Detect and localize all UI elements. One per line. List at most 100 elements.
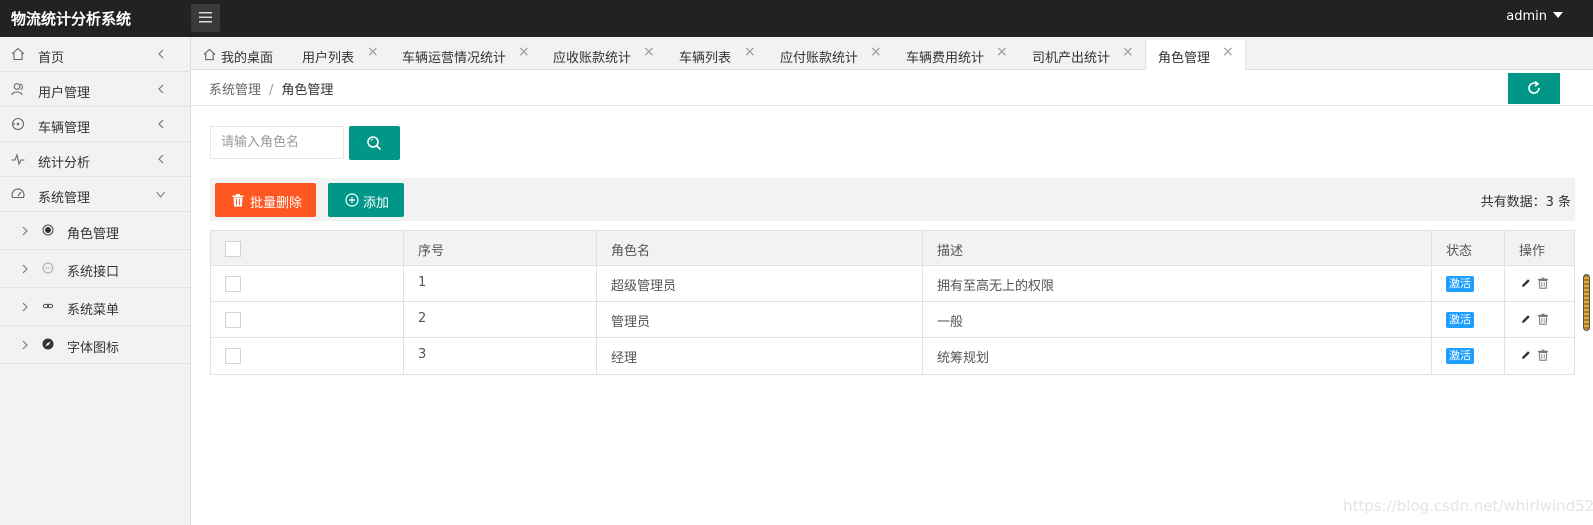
add-label: 添加 (363, 196, 390, 211)
link-icon (42, 303, 54, 309)
header-cell-desc: 描述 (923, 231, 1432, 265)
trash-icon[interactable] (1537, 277, 1549, 289)
caret-down-icon (1553, 12, 1563, 18)
sidebar-item-statistics[interactable]: 统计分析 (0, 142, 190, 177)
watermark: https://blog.csdn.net/whirlwind526 (1343, 497, 1593, 515)
home-icon (203, 48, 216, 61)
table-row: 1 超级管理员 拥有至高无上的权限 激活 (211, 266, 1574, 302)
tab-payables-stats[interactable]: 应付账款统计 × (780, 40, 885, 70)
status-badge: 激活 (1446, 348, 1474, 364)
table-row: 2 管理员 一般 激活 (211, 302, 1574, 338)
status-badge: 激活 (1446, 276, 1474, 292)
sidebar-subitem-label: 角色管理 (67, 227, 120, 242)
close-icon[interactable]: × (518, 45, 530, 59)
sidebar-subitem-menu[interactable]: 系统菜单 (0, 288, 190, 326)
cell-select (211, 266, 404, 301)
chevron-right-icon (22, 264, 28, 274)
tab-label: 应付账款统计 (780, 51, 859, 66)
dot-icon (42, 224, 54, 236)
cell-name: 超级管理员 (597, 266, 923, 301)
compass-icon (42, 338, 54, 350)
sidebar-subitem-label: 字体图标 (67, 341, 120, 356)
column-header: 序号 (418, 244, 445, 259)
users-icon (11, 83, 23, 96)
gauge-icon (11, 188, 25, 199)
refresh-button[interactable] (1508, 73, 1560, 104)
table-header-row: 序号 角色名 描述 状态 操作 (211, 231, 1574, 266)
tab-vehicle-operation-stats[interactable]: 车辆运营情况统计 × (402, 40, 534, 70)
tab-user-list[interactable]: 用户列表 × (302, 40, 382, 70)
tab-receivables-stats[interactable]: 应收账款统计 × (553, 40, 658, 70)
close-icon[interactable]: × (870, 45, 882, 59)
total-count: 共有数据：3 条 (1480, 195, 1571, 210)
row-checkbox[interactable] (225, 276, 241, 292)
close-icon[interactable]: × (1222, 45, 1234, 59)
sidebar-item-home[interactable]: 首页 (0, 37, 190, 72)
trash-icon[interactable] (1537, 349, 1549, 361)
tab-desktop[interactable]: 我的桌面 (203, 40, 279, 70)
vehicle-icon (11, 117, 25, 131)
header-cell-select (211, 231, 404, 265)
scrollbar-handle[interactable] (1583, 274, 1590, 331)
row-checkbox[interactable] (225, 312, 241, 328)
sidebar-subitem-label: 系统接口 (67, 265, 120, 280)
close-icon[interactable]: × (996, 45, 1008, 59)
tab-vehicle-list[interactable]: 车辆列表 × (679, 40, 759, 70)
sidebar-subitem-api[interactable]: 系统接口 (0, 250, 190, 288)
sidebar-item-users[interactable]: 用户管理 (0, 72, 190, 107)
trash-icon[interactable] (1537, 313, 1549, 325)
menu-toggle-button[interactable] (191, 4, 220, 32)
chevron-right-icon (22, 340, 28, 350)
role-name-search-input[interactable] (210, 126, 344, 159)
sidebar-item-label: 车辆管理 (38, 121, 91, 136)
pencil-icon[interactable] (1520, 277, 1532, 289)
top-bar: 物流统计分析系统 admin (0, 0, 1593, 37)
cell-desc: 统筹规划 (923, 338, 1432, 374)
chevron-left-icon (158, 154, 164, 164)
tab-role-management[interactable]: 角色管理 × (1145, 40, 1246, 71)
close-icon[interactable]: × (1122, 45, 1134, 59)
batch-delete-button[interactable]: 批量删除 (215, 183, 316, 217)
user-menu[interactable]: admin (1506, 9, 1563, 24)
cell-status: 激活 (1432, 302, 1505, 337)
tab-label: 应收账款统计 (553, 51, 632, 66)
tab-vehicle-cost-stats[interactable]: 车辆费用统计 × (906, 40, 1011, 70)
row-checkbox[interactable] (225, 348, 241, 364)
cell-select (211, 338, 404, 374)
column-header: 状态 (1446, 244, 1473, 259)
chevron-right-icon (22, 226, 28, 236)
tab-driver-output-stats[interactable]: 司机产出统计 × (1032, 40, 1137, 70)
header-cell-name: 角色名 (597, 231, 923, 265)
pencil-icon[interactable] (1520, 313, 1532, 325)
cell-id: 2 (404, 302, 597, 337)
chevron-left-icon (158, 119, 164, 129)
cell-actions (1505, 302, 1576, 337)
status-badge: 激活 (1446, 312, 1474, 328)
sidebar-subitem-roles[interactable]: 角色管理 (0, 212, 190, 250)
sidebar-subitem-fonticons[interactable]: 字体图标 (0, 326, 190, 364)
close-icon[interactable]: × (643, 45, 655, 59)
column-header: 操作 (1519, 244, 1546, 259)
search-button[interactable] (349, 126, 400, 160)
cell-id: 1 (404, 266, 597, 301)
pencil-icon[interactable] (1520, 349, 1532, 361)
sidebar-item-system[interactable]: 系统管理 (0, 177, 190, 212)
table-row: 3 经理 统筹规划 激活 (211, 338, 1574, 374)
role-name: 经理 (611, 351, 638, 366)
plus-circle-icon (345, 193, 359, 207)
close-icon[interactable]: × (744, 45, 756, 59)
app-title: 物流统计分析系统 (11, 10, 132, 28)
breadcrumb-parent[interactable]: 系统管理 (209, 83, 261, 98)
tab-label: 车辆运营情况统计 (402, 51, 507, 66)
cell-desc: 一般 (923, 302, 1432, 337)
row-id: 2 (418, 311, 427, 326)
sidebar-item-vehicles[interactable]: 车辆管理 (0, 107, 190, 142)
cell-name: 管理员 (597, 302, 923, 337)
add-button[interactable]: 添加 (328, 183, 404, 217)
tab-label: 我的桌面 (221, 51, 274, 66)
username: admin (1506, 9, 1547, 24)
cell-actions (1505, 338, 1576, 374)
close-icon[interactable]: × (367, 45, 379, 59)
select-all-checkbox[interactable] (225, 241, 241, 257)
cell-name: 经理 (597, 338, 923, 374)
